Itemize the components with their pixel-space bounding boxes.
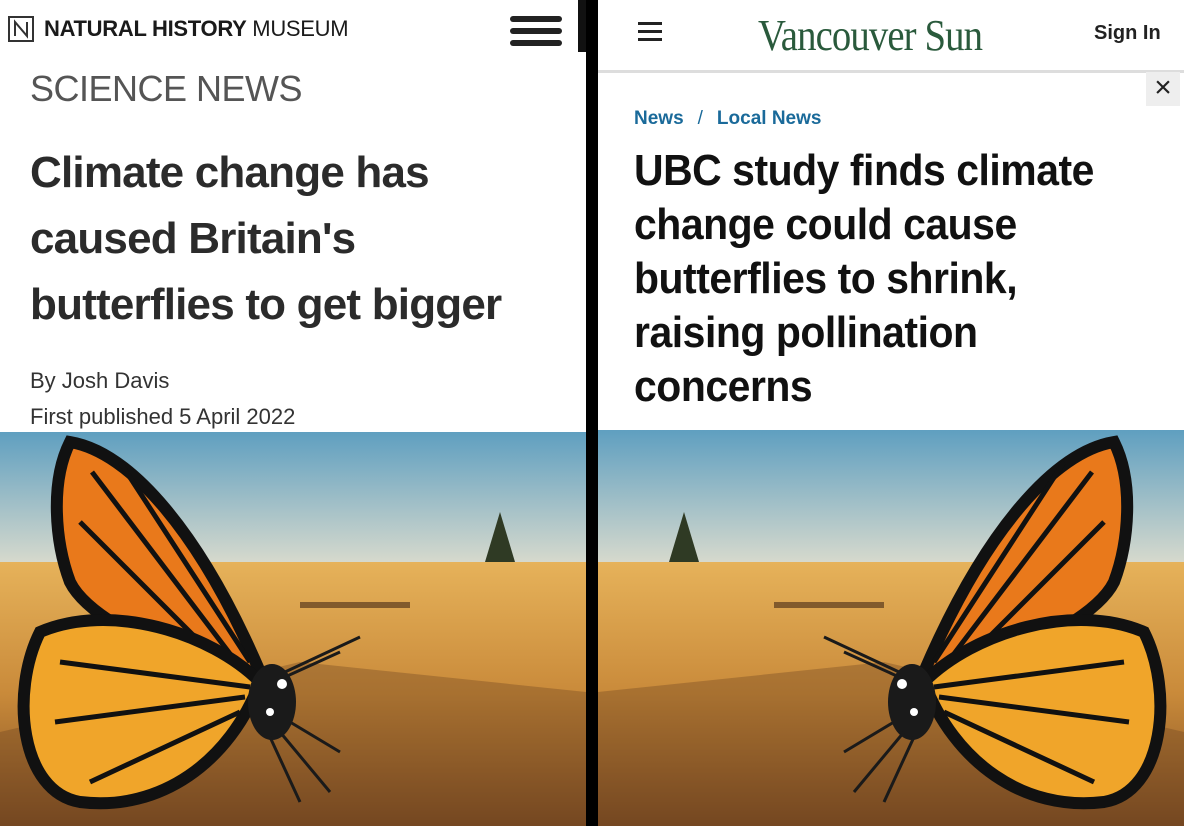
nhm-header: NATURAL HISTORY MUSEUM [0, 0, 586, 60]
vancouver-sun-logo[interactable]: Vancouver Sun [758, 10, 983, 61]
nhm-n-logo-icon[interactable] [8, 16, 34, 42]
panel-divider [586, 0, 598, 826]
scroll-indicator [578, 0, 586, 52]
close-icon[interactable]: × [1146, 72, 1180, 106]
article-byline: By Josh Davis [30, 368, 170, 393]
nhm-article-panel: NATURAL HISTORY MUSEUM SCIENCE NEWS Clim… [0, 0, 586, 826]
brand-light: MUSEUM [252, 16, 349, 41]
monarch-butterfly-photo [0, 432, 586, 826]
article-headline: Climate change has caused Britain's butt… [30, 148, 502, 329]
sign-in-button[interactable]: Sign In [1094, 22, 1161, 45]
publish-date: First published 5 April 2022 [30, 404, 296, 429]
hamburger-menu-icon[interactable] [638, 22, 662, 42]
nhm-brand-name[interactable]: NATURAL HISTORY MUSEUM [44, 16, 349, 42]
breadcrumb-news[interactable]: News [634, 108, 684, 129]
section-label[interactable]: SCIENCE NEWS [30, 68, 303, 110]
breadcrumb: News / Local News [634, 108, 821, 130]
hamburger-menu-icon[interactable] [510, 16, 562, 46]
breadcrumb-local-news[interactable]: Local News [717, 108, 822, 129]
article-headline: UBC study finds climate change could cau… [634, 146, 1094, 411]
vs-header: Vancouver Sun Sign In [598, 0, 1184, 73]
breadcrumb-separator: / [697, 108, 703, 129]
vancouver-sun-article-panel: Vancouver Sun Sign In × News / Local News … [598, 0, 1184, 826]
brand-bold: NATURAL HISTORY [44, 16, 247, 41]
monarch-butterfly-photo [598, 430, 1184, 826]
